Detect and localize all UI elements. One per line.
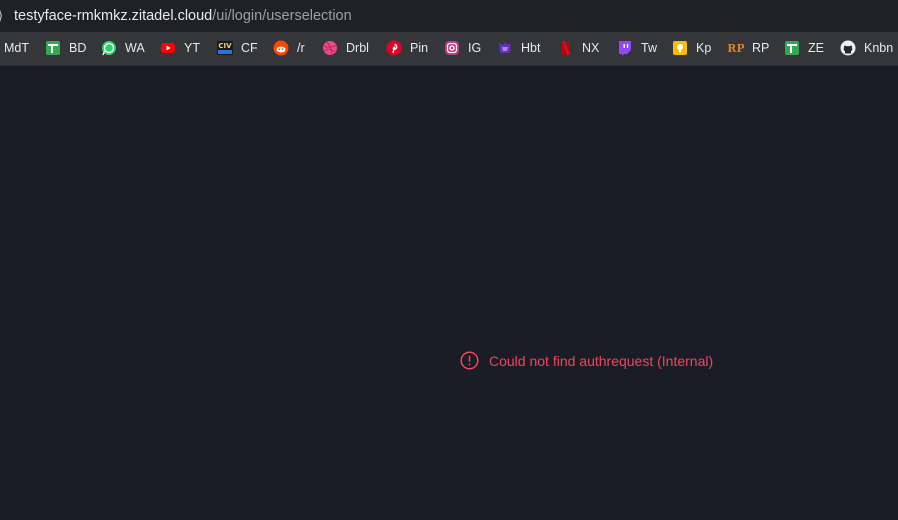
bookmark-label: YT bbox=[184, 41, 200, 55]
bookmark-label: BD bbox=[69, 41, 87, 55]
whatsapp-icon bbox=[101, 40, 117, 56]
reddit-icon bbox=[273, 40, 289, 56]
rp-icon: RP bbox=[728, 40, 744, 56]
bookmark-ze[interactable]: ZE bbox=[784, 39, 824, 57]
github-icon bbox=[840, 40, 856, 56]
bookmark-label: RP bbox=[752, 41, 770, 55]
google-keep-icon bbox=[672, 40, 688, 56]
dribbble-icon bbox=[322, 40, 338, 56]
bookmarks-bar: MdT BD WA YT CIV CF /r Drbl Pin IG Hbt N… bbox=[0, 32, 898, 66]
civ-icon: CIV bbox=[217, 40, 233, 56]
page-content: Could not find authrequest (Internal) bbox=[0, 66, 898, 520]
bookmark-label: WA bbox=[125, 41, 145, 55]
url-host: testyface-rmkmkz.zitadel.cloud bbox=[14, 8, 213, 24]
bookmark-rp[interactable]: RP RP bbox=[728, 39, 769, 57]
bookmark-label: Hbt bbox=[521, 41, 541, 55]
error-message: Could not find authrequest (Internal) bbox=[460, 351, 713, 370]
pinterest-icon bbox=[386, 40, 402, 56]
bookmark-label: NX bbox=[582, 41, 600, 55]
bookmark-label: /r bbox=[297, 41, 305, 55]
bookmark-label: Tw bbox=[641, 41, 657, 55]
url-path: /ui/login/userselection bbox=[212, 8, 352, 24]
bookmark-kp[interactable]: Kp bbox=[672, 39, 711, 57]
bookmark-bd[interactable]: BD bbox=[45, 39, 86, 57]
bookmark-nx[interactable]: NX bbox=[558, 39, 599, 57]
svg-text:CIV: CIV bbox=[218, 42, 232, 50]
instagram-icon bbox=[444, 40, 460, 56]
bookmark-yt[interactable]: YT bbox=[160, 39, 200, 57]
bookmark-mdt[interactable]: MdT bbox=[4, 39, 29, 57]
bookmark-wa[interactable]: WA bbox=[101, 39, 145, 57]
url-text[interactable]: testyface-rmkmkz.zitadel.cloud/ui/login/… bbox=[14, 7, 352, 25]
bookmark-cf[interactable]: CIV CF bbox=[217, 39, 258, 57]
error-text: Could not find authrequest (Internal) bbox=[489, 352, 714, 369]
site-info-icon[interactable]: ⟩ bbox=[0, 9, 3, 23]
bookmark-reddit[interactable]: /r bbox=[273, 39, 305, 57]
netflix-icon bbox=[558, 40, 574, 56]
google-sheets-icon bbox=[45, 40, 61, 56]
bookmark-label: IG bbox=[468, 41, 482, 55]
bookmark-label: Kp bbox=[696, 41, 712, 55]
bookmark-knbn[interactable]: Knbn bbox=[840, 39, 893, 57]
habitica-icon bbox=[497, 40, 513, 56]
bookmark-label: Knbn bbox=[864, 41, 894, 55]
bookmark-label: ZE bbox=[808, 41, 824, 55]
bookmark-tw[interactable]: Tw bbox=[617, 39, 657, 57]
bookmark-drbl[interactable]: Drbl bbox=[322, 39, 369, 57]
bookmark-hbt[interactable]: Hbt bbox=[497, 39, 540, 57]
error-circle-icon bbox=[460, 351, 479, 370]
bookmark-ig[interactable]: IG bbox=[444, 39, 481, 57]
svg-text:RP: RP bbox=[728, 42, 744, 55]
bookmark-label: CF bbox=[241, 41, 258, 55]
youtube-icon bbox=[160, 40, 176, 56]
bookmark-label: Pin bbox=[410, 41, 429, 55]
bookmark-pin[interactable]: Pin bbox=[386, 39, 428, 57]
google-sheets-icon bbox=[784, 40, 800, 56]
address-bar[interactable]: ⟩ testyface-rmkmkz.zitadel.cloud/ui/logi… bbox=[0, 0, 898, 32]
twitch-icon bbox=[617, 40, 633, 56]
bookmark-label: MdT bbox=[4, 41, 29, 55]
bookmark-label: Drbl bbox=[346, 41, 369, 55]
